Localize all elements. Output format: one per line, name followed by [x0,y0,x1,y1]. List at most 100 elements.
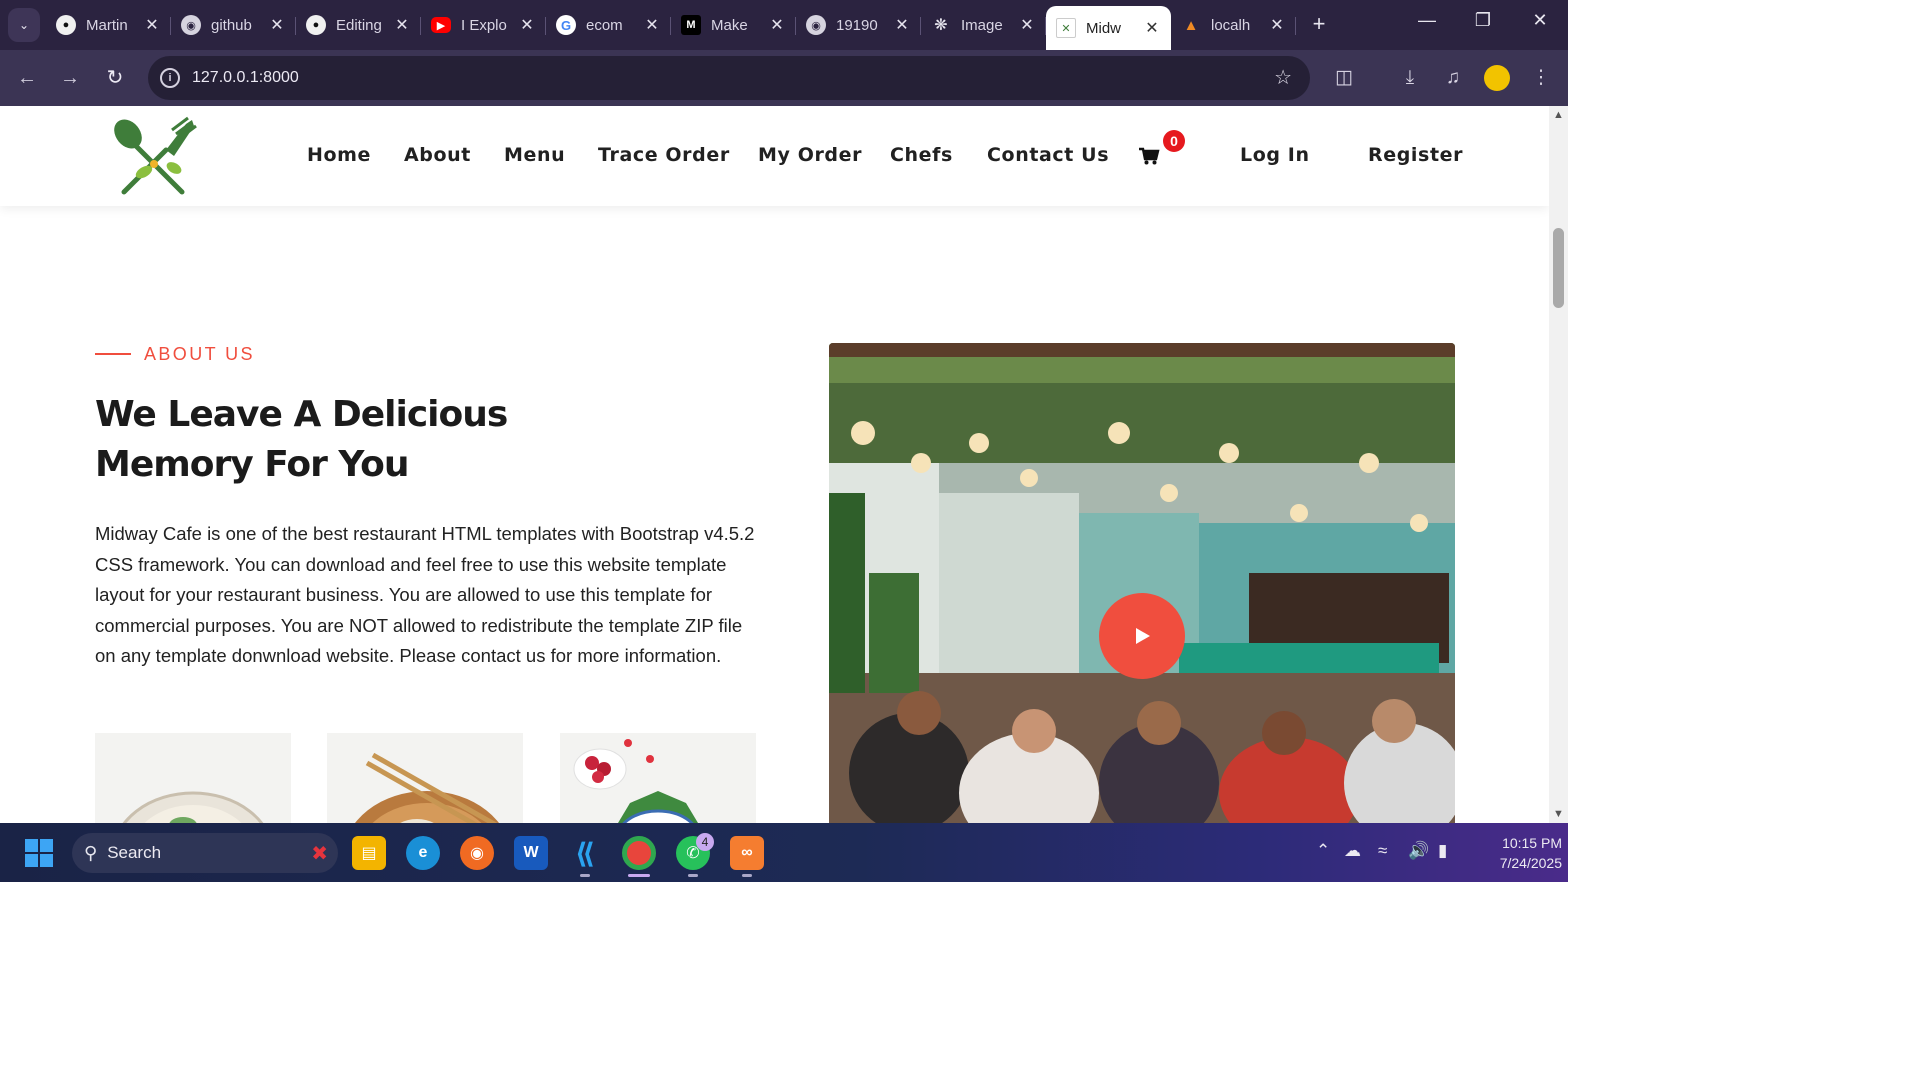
headline-line-1: We Leave A Delicious [95,394,508,435]
reload-button[interactable]: ↻ [102,66,128,92]
youtube-icon: ▶ [431,17,451,33]
about-headline: We Leave A Delicious Memory For You [95,390,655,490]
food-thumbnail-dumplings-bowl[interactable] [95,733,291,823]
media-control-icon[interactable]: ♫ [1439,64,1467,92]
battery-icon[interactable]: ▮ [1438,841,1447,861]
more-menu-icon[interactable]: ⋮ [1527,64,1555,92]
close-icon[interactable]: ✕ [268,15,286,35]
tab-image[interactable]: ❋ Image ✕ [921,6,1046,44]
running-indicator [688,874,698,877]
section-eyebrow: ABOUT US [144,344,255,364]
running-indicator [742,874,752,877]
file-explorer-icon[interactable]: ▤ [352,836,386,870]
tab-title: Editing [336,16,382,34]
nav-my-order[interactable]: My Order [758,144,862,166]
nav-login[interactable]: Log In [1240,144,1310,166]
close-icon[interactable]: ✕ [643,15,661,35]
nav-about[interactable]: About [404,144,471,166]
page-scrollbar[interactable]: ▲ ▼ [1549,106,1568,823]
play-video-button[interactable] [1099,593,1185,679]
tab-medium[interactable]: M Make ✕ [671,6,796,44]
chrome-icon[interactable] [622,836,656,870]
close-icon[interactable]: ✕ [1143,18,1161,38]
whatsapp-badge: 4 [696,833,714,851]
close-window-button[interactable]: ✕ [1525,10,1555,31]
address-bar[interactable]: i 127.0.0.1:8000 ☆ [148,56,1310,100]
tab-search-button[interactable]: ⌄ [8,8,40,42]
tab-youtube[interactable]: ▶ I Explo ✕ [421,6,546,44]
volume-icon[interactable]: 🔊 [1408,841,1429,861]
site-info-icon[interactable]: i [160,68,180,88]
scroll-down-arrow[interactable]: ▼ [1552,808,1565,820]
search-icon: ⚲ [84,842,98,863]
tab-martin[interactable]: ● Martin ✕ [46,6,171,44]
new-tab-button[interactable]: + [1306,12,1332,38]
xampp-icon[interactable]: ∞ [730,836,764,870]
word-icon[interactable]: W [514,836,548,870]
browser-toolbar: ← → ↻ i 127.0.0.1:8000 ☆ ◫ ⤓ ♫ ⋮ [0,50,1568,106]
active-app-indicator [628,874,650,877]
profile-avatar[interactable] [1484,65,1510,91]
clock-time: 10:15 PM [1502,835,1562,851]
restaurant-video-thumbnail[interactable] [829,343,1455,823]
tab-title: ecom [586,16,623,34]
running-indicator [580,874,590,877]
nav-chefs[interactable]: Chefs [890,144,953,166]
back-button[interactable]: ← [14,66,40,92]
food-thumbnail-dumplings-chopsticks[interactable] [327,733,523,823]
close-icon[interactable]: ✕ [893,15,911,35]
download-icon[interactable]: ⤓ [1396,64,1424,92]
wifi-icon[interactable]: ≈ [1378,841,1387,861]
tab-title: Image [961,16,1003,34]
close-icon[interactable]: ✕ [1268,15,1286,35]
globe-icon: ◉ [181,15,201,35]
scrollbar-thumb[interactable] [1553,228,1564,308]
tab-google[interactable]: G ecom ✕ [546,6,671,44]
nav-home[interactable]: Home [307,144,371,166]
cart-icon[interactable] [1138,146,1160,166]
onedrive-icon[interactable]: ☁ [1344,841,1361,861]
taskbar-clock[interactable]: 10:15 PM 7/24/2025 [1470,833,1562,873]
tab-19190[interactable]: ◉ 19190 ✕ [796,6,921,44]
minimize-button[interactable]: — [1412,10,1442,31]
vscode-icon[interactable]: ⟪ [568,836,602,870]
play-icon [1136,628,1150,644]
scroll-up-arrow[interactable]: ▲ [1552,109,1565,121]
openai-icon: ❋ [934,17,948,34]
logo-icon[interactable] [114,116,198,196]
headline-line-2: Memory For You [95,444,410,485]
edge-icon[interactable]: e [406,836,440,870]
tab-midway-active[interactable]: ✕ Midw ✕ [1046,6,1171,50]
firefox-icon[interactable]: ◉ [460,836,494,870]
tab-github[interactable]: ◉ github ✕ [171,6,296,44]
close-icon[interactable]: ✕ [143,15,161,35]
restore-button[interactable]: ❐ [1468,10,1498,31]
tab-strip: ● Martin ✕ ◉ github ✕ ● Editing ✕ ▶ I Ex… [46,6,1296,50]
windows-taskbar: ⚲ Search ✖ ▤ e ◉ W ⟪ ✆ 4 ∞ ⌃ ☁ ≈ 🔊 ▮ 10:… [0,823,1568,882]
close-icon[interactable]: ✕ [393,15,411,35]
nav-menu[interactable]: Menu [504,144,565,166]
food-thumbnail-berries-tea[interactable] [560,733,756,823]
url-text[interactable]: 127.0.0.1:8000 [192,69,299,87]
tab-editing[interactable]: ● Editing ✕ [296,6,421,44]
taskbar-search-box[interactable]: ⚲ Search ✖ [72,833,338,873]
browser-tab-bar: ⌄ ● Martin ✕ ◉ github ✕ ● Editing ✕ ▶ I … [0,0,1568,50]
tray-overflow-icon[interactable]: ⌃ [1316,841,1330,861]
forward-button[interactable]: → [57,66,83,92]
windows-start-icon[interactable] [25,839,53,867]
search-highlight-icon: ✖ [311,842,328,865]
bookmark-star-icon[interactable]: ☆ [1274,65,1292,90]
tab-title: 19190 [836,16,878,34]
extensions-icon[interactable]: ◫ [1330,64,1358,92]
tab-title: Martin [86,16,128,34]
close-icon[interactable]: ✕ [768,15,786,35]
nav-trace-order[interactable]: Trace Order [598,144,730,166]
close-icon[interactable]: ✕ [1018,15,1036,35]
nav-contact-us[interactable]: Contact Us [987,144,1109,166]
restaurant-photo [829,343,1455,823]
close-icon[interactable]: ✕ [518,15,536,35]
clock-date: 7/24/2025 [1499,855,1562,871]
nav-register[interactable]: Register [1368,144,1463,166]
site-icon: ✕ [1056,18,1076,38]
tab-localhost[interactable]: ▲ localh ✕ [1171,6,1296,44]
